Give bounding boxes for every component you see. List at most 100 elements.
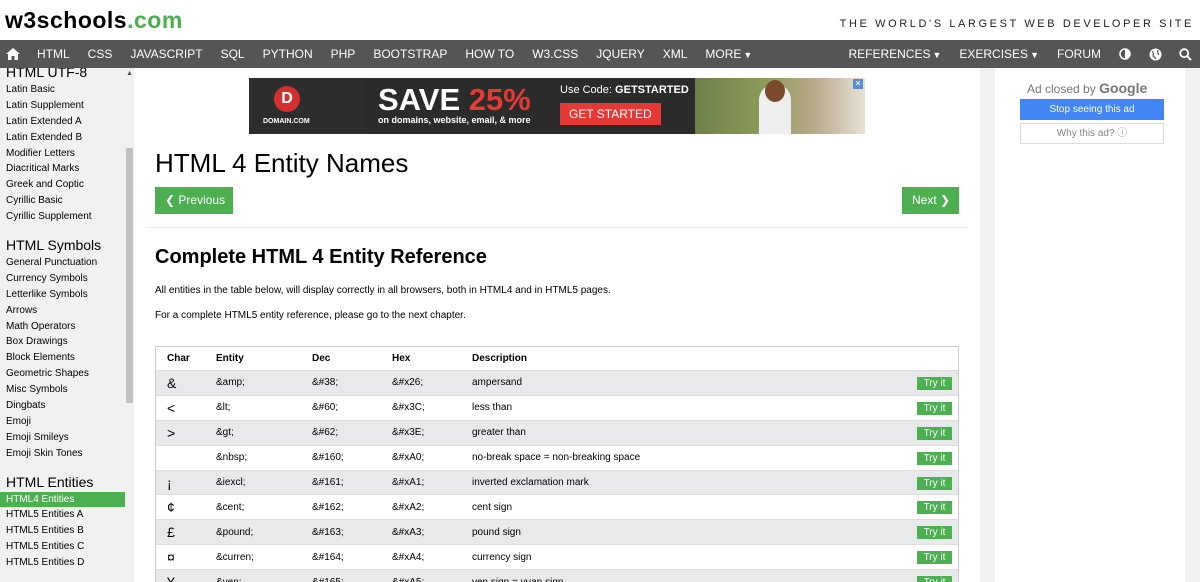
ad-person-head [765, 80, 785, 102]
ad-save-text: SAVE [378, 82, 461, 117]
sidebar-item[interactable]: Geometric Shapes [0, 366, 125, 382]
ad-banner[interactable]: D DOMAIN.COM SAVE 25% on domains, websit… [249, 78, 865, 134]
nav-more[interactable]: MORE ▼ [696, 40, 761, 68]
ad-brand: DOMAIN.COM [263, 118, 310, 125]
nav-w3css[interactable]: W3.CSS [523, 40, 587, 68]
stop-seeing-ad-button[interactable]: Stop seeing this ad [1020, 99, 1164, 120]
sidebar-item[interactable]: General Punctuation [0, 255, 125, 271]
ad-cta-button[interactable]: GET STARTED [560, 103, 661, 125]
ad-close-icon[interactable]: ✕ [853, 79, 863, 89]
section-title: Complete HTML 4 Entity Reference [155, 246, 487, 268]
nav-python[interactable]: PYTHON [254, 40, 322, 68]
sidebar-item[interactable]: HTML5 Entities C [0, 539, 125, 555]
nav-php[interactable]: PHP [322, 40, 365, 68]
sidebar-item[interactable]: Latin Supplement [0, 98, 125, 114]
intro-paragraph: For a complete HTML5 entity reference, p… [155, 310, 466, 321]
sidebar-item[interactable]: Arrows [0, 303, 125, 319]
cell-entity: &pound; [216, 526, 254, 538]
next-button[interactable]: Next ❯ [902, 187, 959, 214]
nav-howto[interactable]: HOW TO [456, 40, 523, 68]
cell-dec: &#164; [312, 551, 344, 563]
cell-dec: &#60; [312, 402, 339, 414]
nav-sql[interactable]: SQL [212, 40, 254, 68]
nav-javascript[interactable]: JAVASCRIPT [121, 40, 211, 68]
sidebar-item[interactable]: Letterlike Symbols [0, 287, 125, 303]
sidebar-item[interactable]: Block Elements [0, 350, 125, 366]
cell-dec: &#163; [312, 526, 344, 538]
dark-mode-icon[interactable] [1110, 40, 1140, 68]
sidebar-item[interactable]: Diacritical Marks [0, 161, 125, 177]
previous-button[interactable]: ❮ Previous [155, 187, 233, 214]
site-logo[interactable]: w3schools.com [5, 7, 183, 34]
cell-description: ampersand [472, 377, 523, 389]
cell-char: ¡ [167, 474, 172, 491]
try-it-button[interactable]: Try it [917, 576, 952, 582]
search-icon[interactable] [1170, 40, 1200, 68]
nav-bootstrap[interactable]: BOOTSTRAP [364, 40, 456, 68]
ad-code-label: Use Code: [560, 84, 612, 96]
try-it-button[interactable]: Try it [917, 451, 952, 465]
logo-suffix: .com [127, 7, 183, 33]
cell-entity: &curren; [216, 551, 254, 563]
try-it-button[interactable]: Try it [917, 476, 952, 490]
nav-jquery[interactable]: JQUERY [587, 40, 653, 68]
scroll-up-arrow-icon[interactable]: ▲ [126, 70, 133, 77]
ad-code-value: GETSTARTED [615, 84, 689, 96]
try-it-button[interactable]: Try it [917, 426, 952, 440]
sidebar-item[interactable]: Modifier Letters [0, 146, 125, 162]
sidebar-item[interactable]: HTML5 Entities A [0, 507, 125, 523]
sidebar-item[interactable]: Latin Basic [0, 82, 125, 98]
sidebar-item[interactable]: Greek and Coptic [0, 177, 125, 193]
sidebar-item[interactable]: Latin Extended B [0, 130, 125, 146]
sidebar-item[interactable]: HTML5 Entities B [0, 523, 125, 539]
sidebar-item[interactable]: HTML5 Entities D [0, 555, 125, 571]
cell-char: ¥ [167, 570, 175, 582]
sidebar-scrollbar[interactable]: ▲ [125, 68, 134, 582]
nav-references[interactable]: REFERENCES ▼ [839, 40, 950, 68]
cell-entity: &gt; [216, 427, 234, 439]
sidebar-item[interactable]: Cyrillic Basic [0, 193, 125, 209]
header-description: Description [472, 353, 528, 364]
table-row: > &gt; &#62; &#x3E; greater than Try it [156, 420, 958, 446]
ad-closed-text: Ad closed by Google [1027, 80, 1147, 96]
table-row: £ &pound; &#163; &#xA3; pound sign Try i… [156, 520, 958, 546]
sidebar-item[interactable]: Cyrillic Supplement [0, 209, 125, 225]
cell-entity: &cent; [216, 501, 245, 513]
nav-forum[interactable]: FORUM [1048, 40, 1110, 68]
sidebar-item[interactable]: Dingbats [0, 398, 125, 414]
nav-exercises[interactable]: EXERCISES ▼ [950, 40, 1048, 68]
cell-hex: &#xA2; [392, 501, 425, 513]
cell-char: ¤ [167, 549, 175, 566]
cell-entity: &iexcl; [216, 477, 246, 488]
sidebar: HTML UTF-8 Latin Basic Latin Supplement … [0, 68, 134, 582]
try-it-button[interactable]: Try it [917, 377, 952, 390]
cell-dec: &#62; [312, 427, 339, 439]
cell-dec: &#165; [312, 570, 344, 582]
sidebar-item[interactable]: Box Drawings [0, 334, 125, 350]
header-hex: Hex [392, 353, 411, 364]
sidebar-item[interactable]: Emoji [0, 414, 125, 430]
home-icon[interactable] [0, 40, 28, 68]
try-it-button[interactable]: Try it [917, 401, 952, 415]
scrollbar-thumb[interactable] [126, 148, 133, 403]
sidebar-item[interactable]: Emoji Smileys [0, 430, 125, 446]
nav-html[interactable]: HTML [28, 40, 79, 68]
sidebar-item[interactable]: Misc Symbols [0, 382, 125, 398]
caret-down-icon: ▼ [932, 50, 942, 60]
sidebar-item-active[interactable]: HTML4 Entities [0, 491, 125, 508]
nav-exercises-label: EXERCISES [959, 47, 1029, 61]
try-it-button[interactable]: Try it [917, 526, 952, 540]
sidebar-item[interactable]: Currency Symbols [0, 271, 125, 287]
main-content: D DOMAIN.COM SAVE 25% on domains, websit… [134, 68, 980, 582]
try-it-button[interactable]: Try it [917, 551, 952, 565]
sidebar-item[interactable]: Latin Extended A [0, 114, 125, 130]
globe-icon[interactable] [1140, 40, 1170, 68]
sidebar-item[interactable]: Emoji Skin Tones [0, 446, 125, 462]
try-it-button[interactable]: Try it [917, 501, 952, 515]
cell-description: inverted exclamation mark [472, 477, 589, 488]
cell-hex: &#x3C; [392, 402, 425, 414]
sidebar-item[interactable]: Math Operators [0, 319, 125, 335]
why-this-ad-button[interactable]: Why this ad? ⓘ [1020, 123, 1164, 144]
nav-xml[interactable]: XML [654, 40, 697, 68]
nav-css[interactable]: CSS [79, 40, 122, 68]
